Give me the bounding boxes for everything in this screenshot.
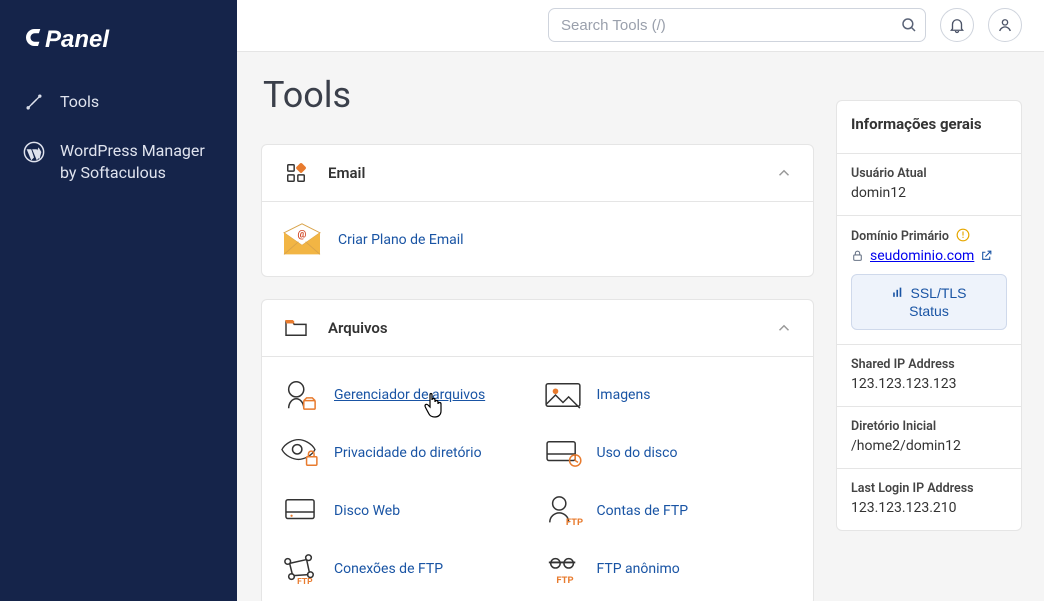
tool-label: Gerenciador de arquivos [334, 387, 485, 403]
tool-file-manager[interactable]: Gerenciador de arquivos [280, 375, 533, 415]
images-icon [543, 375, 583, 415]
tool-ftp-accounts[interactable]: FTP Contas de FTP [543, 491, 796, 531]
wordpress-icon [22, 140, 46, 164]
info-primary-domain-label: Domínio Primário [851, 228, 1007, 244]
sidebar-item-label: WordPress Manager by Softaculous [60, 140, 215, 184]
svg-text:@: @ [298, 229, 307, 240]
file-manager-icon [280, 375, 320, 415]
info-last-login-label: Last Login IP Address [851, 481, 1007, 496]
ssl-btn-line1: SSL/TLS [910, 285, 966, 301]
panel-title: Arquivos [328, 319, 775, 337]
search-input[interactable] [548, 8, 926, 42]
bell-icon [948, 16, 966, 34]
bar-chart-icon [891, 286, 904, 299]
page-title: Tools [263, 74, 814, 122]
svg-text:FTP: FTP [297, 577, 313, 586]
sidebar-item-tools[interactable]: Tools [0, 83, 237, 121]
tool-create-email-plan[interactable]: @ Criar Plano de Email [280, 220, 795, 260]
sidebar-item-wordpress-manager[interactable]: WordPress Manager by Softaculous [0, 133, 237, 191]
info-shared-ip-value: 123.123.123.123 [851, 376, 1007, 392]
tool-label: FTP anônimo [597, 561, 680, 577]
svg-text:Panel: Panel [45, 26, 110, 53]
search-button[interactable] [900, 16, 918, 34]
ssl-tls-status-button[interactable]: SSL/TLS Status [851, 274, 1007, 330]
wrench-icon [22, 90, 46, 114]
tool-web-disk[interactable]: Disco Web [280, 491, 533, 531]
chevron-up-icon [775, 164, 793, 182]
info-home-dir-label: Diretório Inicial [851, 419, 1007, 434]
sidebar: Panel Tools WordPress Manager by Softacu… [0, 0, 237, 601]
ftp-connections-icon: FTP [280, 549, 320, 589]
tool-anonymous-ftp[interactable]: FTP FTP anônimo [543, 549, 796, 589]
panel-title: Email [328, 164, 775, 182]
cpanel-logo: Panel [22, 25, 237, 55]
tool-ftp-connections[interactable]: FTP Conexões de FTP [280, 549, 533, 589]
topbar [237, 0, 1044, 52]
sidebar-item-label: Tools [60, 91, 99, 113]
info-home-dir-value: /home2/domin12 [851, 438, 1007, 454]
chevron-up-icon [775, 319, 793, 337]
search-wrap [548, 8, 926, 42]
main-area: Tools Email [237, 0, 1044, 601]
external-link-icon[interactable] [980, 249, 993, 262]
info-last-login-value: 123.123.123.210 [851, 500, 1007, 516]
tool-directory-privacy[interactable]: Privacidade do diretório [280, 433, 533, 473]
ssl-btn-line2: Status [909, 303, 949, 319]
web-disk-icon [280, 491, 320, 531]
tool-label: Imagens [597, 387, 651, 403]
panel-files: Arquivos [261, 299, 814, 601]
notifications-button[interactable] [940, 8, 974, 42]
primary-domain-link[interactable]: seudominio.com [870, 248, 974, 264]
panel-email-header[interactable]: Email [262, 145, 813, 201]
general-info-panel: Informações gerais Usuário Atual domin12… [836, 100, 1022, 531]
tool-images[interactable]: Imagens [543, 375, 796, 415]
account-button[interactable] [988, 8, 1022, 42]
tool-label: Disco Web [334, 503, 400, 519]
info-user-value: domin12 [851, 185, 1007, 201]
info-primary-domain-label-text: Domínio Primário [851, 229, 949, 244]
lock-icon [851, 249, 864, 262]
ftp-accounts-icon: FTP [543, 491, 583, 531]
user-icon [996, 16, 1014, 34]
svg-text:FTP: FTP [556, 575, 573, 586]
eye-lock-icon [280, 433, 320, 473]
tool-label: Uso do disco [597, 445, 678, 461]
info-user-label: Usuário Atual [851, 166, 1007, 181]
apps-icon [282, 161, 310, 185]
info-shared-ip-label: Shared IP Address [851, 357, 1007, 372]
tool-label: Conexões de FTP [334, 561, 443, 577]
envelope-icon: @ [280, 220, 324, 260]
panel-files-header[interactable]: Arquivos [262, 300, 813, 356]
tool-label: Contas de FTP [597, 503, 689, 519]
tool-label: Criar Plano de Email [338, 232, 464, 248]
svg-text:FTP: FTP [565, 517, 582, 528]
folder-icon [282, 316, 310, 340]
anon-ftp-icon: FTP [543, 549, 583, 589]
tool-disk-usage[interactable]: Uso do disco [543, 433, 796, 473]
warning-icon [956, 229, 970, 244]
tool-label: Privacidade do diretório [334, 445, 482, 461]
disk-usage-icon [543, 433, 583, 473]
panel-email: Email @ [261, 144, 814, 277]
info-heading: Informações gerais [851, 115, 1007, 133]
